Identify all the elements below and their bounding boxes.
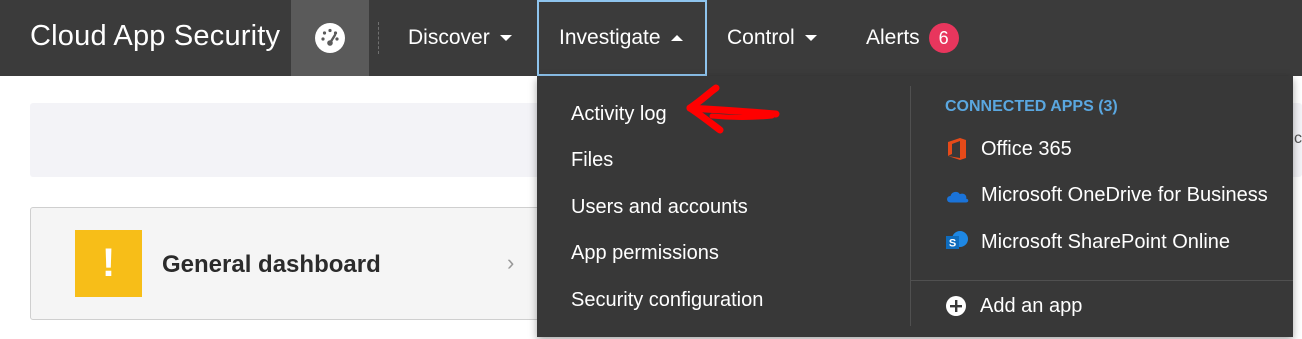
sharepoint-icon: S (945, 230, 969, 254)
menu-item-files[interactable]: Files (571, 138, 763, 185)
menu-item-security-configuration[interactable]: Security configuration (571, 277, 763, 324)
nav-alerts-label: Alerts (866, 26, 920, 49)
dashboard-button[interactable] (291, 0, 369, 76)
investigate-dropdown: Activity log Files Users and accounts Ap… (537, 76, 1293, 337)
menu-item-app-permissions[interactable]: App permissions (571, 231, 763, 278)
red-arrow-icon (686, 84, 780, 134)
card-title: General dashboard (162, 251, 381, 278)
top-nav-bar: Cloud App Security Discover Investigate … (0, 0, 1302, 76)
nav-discover-label: Discover (408, 26, 490, 49)
add-app-label: Add an app (980, 294, 1083, 317)
app-title[interactable]: Cloud App Security (30, 20, 280, 53)
office-icon (945, 137, 969, 161)
alerts-count-badge: 6 (928, 23, 959, 53)
nav-discover[interactable]: Discover (408, 0, 512, 76)
app-item-sharepoint[interactable]: S Microsoft SharePoint Online (945, 219, 1293, 266)
nav-control[interactable]: Control (727, 0, 817, 76)
connected-apps-list: CONNECTED APPS (3) Office 365 Microsoft … (945, 88, 1293, 266)
chevron-right-icon: › (507, 250, 515, 275)
nav-control-label: Control (727, 26, 795, 49)
app-label: Microsoft OneDrive for Business (981, 184, 1268, 207)
nav-investigate[interactable]: Investigate (537, 0, 707, 76)
plus-circle-icon (946, 296, 966, 316)
add-app-button[interactable]: Add an app (945, 283, 1082, 329)
speedometer-icon (315, 23, 345, 53)
app-item-office-365[interactable]: Office 365 (945, 126, 1293, 173)
chevron-down-icon (499, 35, 512, 41)
apps-divider (911, 280, 1293, 281)
app-label: Microsoft SharePoint Online (981, 230, 1231, 253)
menu-item-users-and-accounts[interactable]: Users and accounts (571, 184, 763, 231)
column-divider (910, 86, 911, 326)
general-dashboard-card[interactable]: ! General dashboard › (30, 207, 550, 320)
nav-alerts[interactable]: Alerts 6 (866, 0, 959, 76)
chevron-up-icon (670, 35, 683, 41)
partial-text: c (1294, 130, 1302, 147)
nav-divider (378, 22, 379, 54)
svg-text:S: S (949, 238, 956, 250)
connected-apps-header: CONNECTED APPS (3) (945, 98, 1118, 115)
app-item-onedrive[interactable]: Microsoft OneDrive for Business (945, 173, 1293, 220)
app-label: Office 365 (981, 137, 1072, 160)
exclamation-icon: ! (75, 230, 142, 297)
chevron-down-icon (804, 35, 817, 41)
nav-investigate-label: Investigate (559, 26, 661, 49)
cloud-icon (945, 184, 969, 208)
